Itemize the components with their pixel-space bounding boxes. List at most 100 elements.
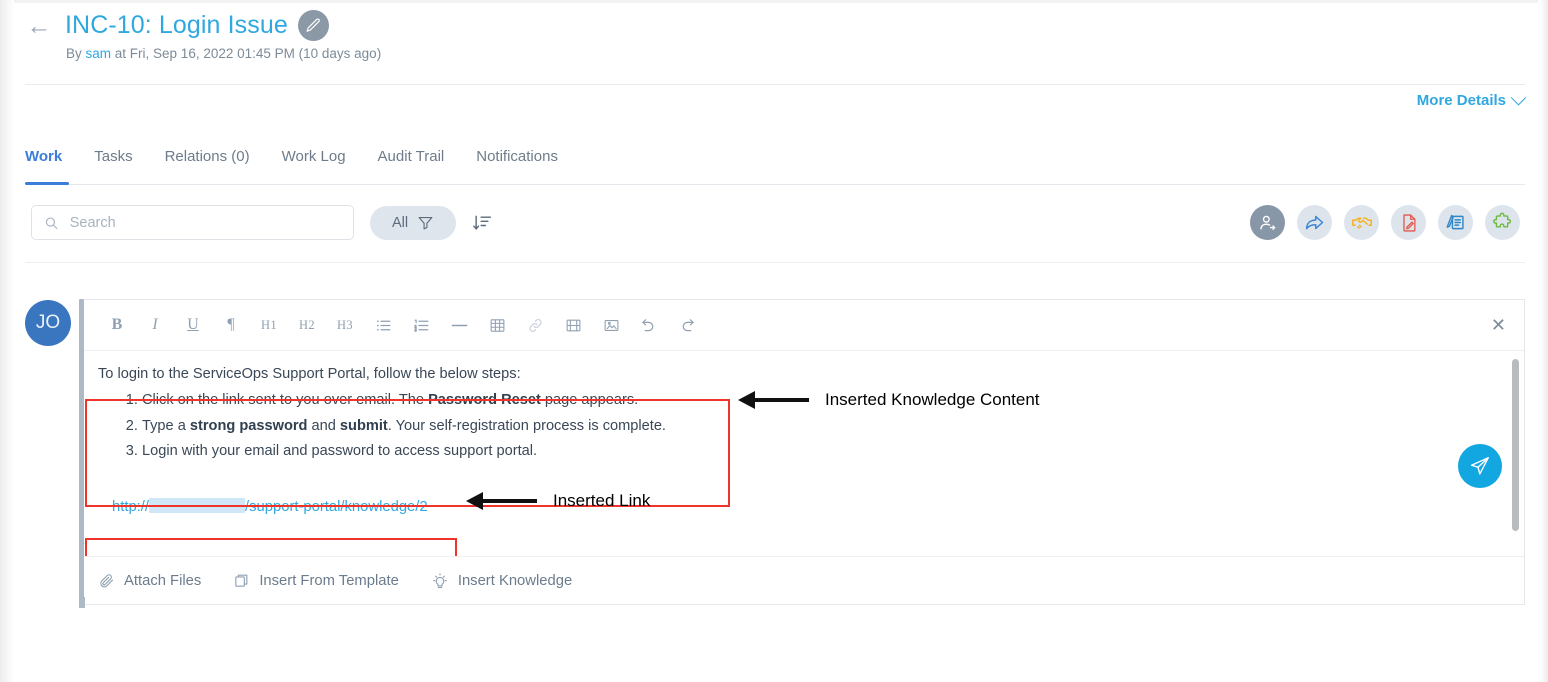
action-icon-bar xyxy=(1250,205,1520,240)
tab-notifications[interactable]: Notifications xyxy=(460,148,574,178)
underline-icon[interactable]: U xyxy=(174,309,212,341)
comment-composer: JO B I U ¶ H1 H2 H3 ✕ To login to the Se… xyxy=(25,299,1525,605)
paragraph-icon[interactable]: ¶ xyxy=(212,309,250,341)
link-icon[interactable] xyxy=(516,309,554,341)
arrow-head-icon xyxy=(738,391,755,409)
tab-active-indicator xyxy=(25,182,69,185)
more-details-label: More Details xyxy=(1416,92,1506,109)
horizontal-rule-icon[interactable] xyxy=(440,309,478,341)
underline-label: U xyxy=(187,316,199,333)
annotation-label: Inserted Knowledge Content xyxy=(825,390,1040,409)
chevron-down-icon xyxy=(1510,89,1527,106)
image-icon[interactable] xyxy=(592,309,630,341)
arrow-line xyxy=(483,499,537,503)
forward-arrow-icon xyxy=(1305,215,1324,230)
assign-user-button[interactable] xyxy=(1250,205,1285,240)
top-divider xyxy=(14,0,1538,3)
step2-bold2: submit xyxy=(339,417,388,434)
tab-work[interactable]: Work xyxy=(25,148,78,178)
header-divider xyxy=(25,84,1525,85)
search-icon xyxy=(45,217,58,229)
back-arrow-icon[interactable]: ← xyxy=(25,13,53,39)
sort-button[interactable] xyxy=(472,213,492,233)
insert-knowledge-button[interactable]: Insert Knowledge xyxy=(431,572,572,590)
title-row: ← INC-10: Login Issue xyxy=(14,10,1538,41)
avatar: JO xyxy=(25,300,71,346)
attach-files-label: Attach Files xyxy=(124,572,202,589)
editor-toolbar: B I U ¶ H1 H2 H3 ✕ xyxy=(84,300,1524,351)
handshake-button[interactable] xyxy=(1344,205,1379,240)
link-suffix: /support-portal/knowledge/2 xyxy=(245,499,428,516)
sort-descending-icon xyxy=(473,215,492,230)
paragraph-label: ¶ xyxy=(227,316,235,333)
document-edit-button[interactable] xyxy=(1391,205,1426,240)
paperclip-icon xyxy=(100,574,114,588)
edit-pencil-button[interactable] xyxy=(297,10,329,41)
funnel-icon xyxy=(418,216,433,230)
tab-underline xyxy=(25,184,1525,185)
search-input[interactable] xyxy=(67,213,341,232)
meta-prefix: By xyxy=(66,46,86,61)
insert-knowledge-label: Insert Knowledge xyxy=(457,572,573,589)
italic-icon[interactable]: I xyxy=(136,309,174,341)
step2-pre: Type a xyxy=(142,417,190,434)
send-button[interactable] xyxy=(1458,444,1502,488)
list-item: Type a strong password and submit. Your … xyxy=(142,415,1506,439)
editor-body[interactable]: To login to the ServiceOps Support Porta… xyxy=(84,351,1524,556)
video-icon[interactable] xyxy=(554,309,592,341)
heading-2-icon[interactable]: H2 xyxy=(288,309,326,341)
list-item: Login with your email and password to ac… xyxy=(142,440,1506,464)
handshake-icon xyxy=(1351,217,1372,229)
author-meta: By sam at Fri, Sep 16, 2022 01:45 PM (10… xyxy=(14,46,1538,61)
arrow-head-icon xyxy=(466,492,483,510)
tab-audit-trail[interactable]: Audit Trail xyxy=(362,148,461,178)
incident-detail-page: ← INC-10: Login Issue By sam at Fri, Sep… xyxy=(0,0,1548,682)
lightbulb-icon xyxy=(432,572,447,588)
annotation-inserted-link: Inserted Link xyxy=(466,491,650,511)
section-divider xyxy=(25,262,1525,263)
composer-bottom-accent xyxy=(79,597,85,608)
link-prefix: http:// xyxy=(112,499,150,516)
pencil-icon xyxy=(306,18,320,32)
puzzle-piece-icon xyxy=(1493,212,1511,228)
bullet-list-icon[interactable] xyxy=(364,309,402,341)
annotation-box-link xyxy=(85,538,457,556)
notes-edit-button[interactable] xyxy=(1438,205,1473,240)
heading-1-icon[interactable]: H1 xyxy=(250,309,288,341)
editor-document[interactable]: To login to the ServiceOps Support Porta… xyxy=(84,351,1524,516)
redo-icon[interactable] xyxy=(668,309,706,341)
close-icon[interactable]: ✕ xyxy=(1491,316,1506,334)
arrow-line xyxy=(755,398,809,402)
author-link[interactable]: sam xyxy=(86,46,112,61)
bold-label: B xyxy=(111,316,123,333)
redacted-host xyxy=(149,498,246,514)
tab-relations[interactable]: Relations (0) xyxy=(149,148,266,178)
tab-tasks[interactable]: Tasks xyxy=(78,148,148,178)
numbered-list-icon[interactable] xyxy=(402,309,440,341)
undo-icon[interactable] xyxy=(630,309,668,341)
knowledge-link[interactable]: http:// /support-portal/knowledge/2 xyxy=(112,498,428,516)
annotation-knowledge-content: Inserted Knowledge Content xyxy=(738,390,1040,410)
filter-pill[interactable]: All xyxy=(370,205,456,240)
insert-from-template-button[interactable]: Insert From Template xyxy=(233,572,399,589)
editor-scrollbar[interactable] xyxy=(1512,359,1519,531)
bold-icon[interactable]: B xyxy=(98,309,136,341)
page-header: ← INC-10: Login Issue By sam at Fri, Sep… xyxy=(14,10,1538,61)
step1-pre: Click on the link sent to you over email… xyxy=(142,392,429,409)
search-box[interactable] xyxy=(31,205,354,240)
puzzle-piece-button[interactable] xyxy=(1485,205,1520,240)
send-paper-plane-icon xyxy=(1470,457,1489,475)
table-icon[interactable] xyxy=(478,309,516,341)
rich-text-editor: B I U ¶ H1 H2 H3 ✕ To login to the Servi… xyxy=(84,299,1525,605)
attach-files-button[interactable]: Attach Files xyxy=(98,572,201,589)
step2-bold: strong password xyxy=(189,417,308,434)
step1-post: page appears. xyxy=(540,392,639,409)
more-details-toggle[interactable]: More Details xyxy=(1416,89,1527,109)
heading-3-icon[interactable]: H3 xyxy=(326,309,364,341)
step2-post: . Your self-registration process is comp… xyxy=(387,417,666,434)
forward-button[interactable] xyxy=(1297,205,1332,240)
tab-work-log[interactable]: Work Log xyxy=(266,148,362,178)
filter-bar: All xyxy=(31,205,492,240)
meta-suffix: at Fri, Sep 16, 2022 01:45 PM (10 days a… xyxy=(111,46,382,61)
page-right-edge xyxy=(1538,0,1548,682)
